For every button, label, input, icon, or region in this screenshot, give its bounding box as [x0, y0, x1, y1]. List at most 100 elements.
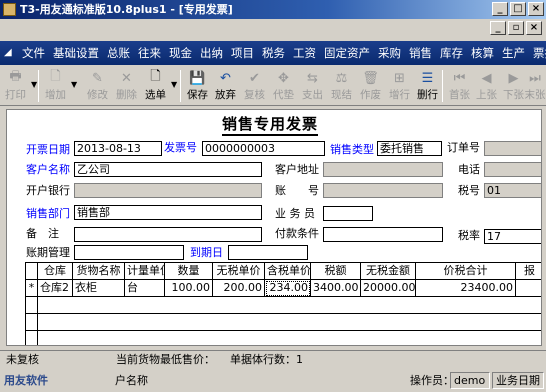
prev-button[interactable]: ◀ 上张 [473, 69, 500, 103]
payment-terms-field[interactable] [323, 227, 443, 242]
trash-icon: 🗑 [362, 70, 379, 86]
col-header-unit[interactable]: 计量单位 [125, 263, 165, 280]
new-doc-icon: 🗋 [50, 69, 61, 84]
clerk-field[interactable] [323, 206, 373, 221]
cell-price-no-tax[interactable]: 200.00 [213, 280, 265, 297]
menu-payroll[interactable]: 工资 [289, 45, 320, 61]
menu-basic-settings[interactable]: 基础设置 [49, 45, 103, 61]
cell-qty[interactable]: 100.00 [165, 280, 213, 297]
add-row-button[interactable]: ⊞ 增行 [386, 69, 413, 103]
menu-cash[interactable]: 现金 [165, 45, 196, 61]
operator-value: demo (d [450, 372, 490, 389]
menu-production[interactable]: 生产 [498, 45, 529, 61]
menu-purchase[interactable]: 采购 [374, 45, 405, 61]
col-header-report[interactable]: 报 [516, 263, 541, 280]
delete-row-button[interactable]: ☰ 删行 [414, 69, 441, 103]
customer-field[interactable]: 乙公司 [74, 162, 262, 177]
menu-cashier[interactable]: 出纳 [196, 45, 227, 61]
menu-project[interactable]: 项目 [227, 45, 258, 61]
cell-tax[interactable]: 3400.00 [311, 280, 361, 297]
customer-address-label: 客户地址 [275, 163, 319, 176]
menu-inventory[interactable]: 库存 [436, 45, 467, 61]
review-button[interactable]: ✔ 复核 [241, 69, 268, 103]
tax-rate-field[interactable]: 17 [484, 229, 541, 244]
operator-label: 操作员： [410, 374, 454, 387]
delete-button[interactable]: ✕ 删除 [113, 69, 140, 103]
advance-button[interactable]: ✥ 代垫 [270, 69, 297, 103]
minimize-button[interactable]: _ [492, 2, 508, 16]
add-button[interactable]: 🗋 增加 [42, 69, 69, 103]
menu-accounts[interactable]: 往来 [134, 45, 165, 61]
cell-amount-no-tax[interactable]: 20000.00 [361, 280, 416, 297]
print-button[interactable]: 🖶 打印 [2, 69, 29, 103]
print-dropdown-icon[interactable]: ▼ [31, 80, 37, 89]
close-button[interactable]: × [528, 2, 544, 16]
next-button[interactable]: ▶ 下张 [500, 69, 527, 103]
date-field[interactable]: 2013-08-13 [74, 141, 162, 156]
toolbar: 🖶 打印 ▼ 🗋 增加 ▼ ✎ 修改 ✕ 删除 🗋 选单 ▼ 💾 保存 ↶ 放弃… [0, 66, 546, 106]
cell-warehouse[interactable]: 仓库2 [38, 280, 73, 297]
menu-fixed-assets[interactable]: 固定资产 [320, 45, 374, 61]
cell-total[interactable]: 23400.00 [416, 280, 516, 297]
customer-address-field[interactable] [323, 162, 443, 177]
child-close-button[interactable]: × [526, 21, 542, 35]
row-marker-header [26, 263, 38, 280]
dept-field[interactable]: 销售部 [74, 205, 262, 220]
menu-bills[interactable]: 票据 [529, 45, 546, 61]
menu-file[interactable]: 文件 [18, 45, 49, 61]
bank-field[interactable] [74, 183, 262, 198]
abandon-button[interactable]: ↶ 放弃 [212, 69, 239, 103]
payment-button[interactable]: ⇆ 支出 [299, 69, 326, 103]
cell-item[interactable]: 衣柜 [73, 280, 125, 297]
col-header-item[interactable]: 货物名称 [73, 263, 125, 280]
settle-button[interactable]: ⚖ 现结 [328, 69, 355, 103]
void-button[interactable]: 🗑 作废 [357, 69, 384, 103]
col-header-qty[interactable]: 数量 [165, 263, 213, 280]
child-minimize-button[interactable]: _ [490, 21, 506, 35]
col-header-tax[interactable]: 税额 [311, 263, 361, 280]
col-header-warehouse[interactable]: 仓库 [38, 263, 73, 280]
menu-system-icon[interactable]: ◢ [4, 47, 12, 58]
save-button[interactable]: 💾 保存 [184, 69, 211, 103]
remark-field[interactable] [74, 227, 262, 242]
due-date-field[interactable] [228, 245, 308, 260]
cell-report[interactable] [516, 280, 541, 297]
review-icon: ✔ [249, 70, 260, 86]
empty-row[interactable] [38, 331, 541, 345]
order-no-field[interactable] [484, 141, 541, 156]
settle-icon: ⚖ [335, 70, 348, 86]
col-header-price-no-tax[interactable]: 无税单价 [213, 263, 265, 280]
col-header-price-tax[interactable]: 含税单价 [265, 263, 311, 280]
first-button[interactable]: ⏮ 首张 [446, 69, 473, 103]
cell-unit[interactable]: 台 [125, 280, 165, 297]
add-dropdown-icon[interactable]: ▼ [71, 80, 77, 89]
dept-label: 销售部门 [26, 207, 70, 220]
company-label: 用友软件 [4, 374, 48, 387]
select-doc-button[interactable]: 🗋 选单 [142, 69, 169, 103]
phone-field[interactable] [484, 162, 541, 177]
invoice-no-field[interactable]: 0000000003 [202, 141, 325, 156]
tree-label: 户名称 [115, 374, 148, 387]
undo-icon: ↶ [220, 70, 231, 86]
tax-no-field[interactable]: 01 [484, 183, 541, 198]
empty-row[interactable] [38, 314, 541, 331]
account-mgmt-field[interactable] [74, 245, 184, 260]
menu-ledger[interactable]: 总账 [103, 45, 134, 61]
menu-sales[interactable]: 销售 [405, 45, 436, 61]
maximize-button[interactable]: □ [510, 2, 526, 16]
sales-type-field[interactable]: 委托销售 [377, 141, 442, 156]
col-header-total[interactable]: 价税合计 [416, 263, 516, 280]
menu-costing[interactable]: 核算 [467, 45, 498, 61]
account-label: 账 号 [275, 184, 319, 197]
col-header-amount-no-tax[interactable]: 无税金额 [361, 263, 416, 280]
menu-tax[interactable]: 税务 [258, 45, 289, 61]
last-button[interactable]: ⏭ 末张 [524, 69, 546, 103]
account-field[interactable] [323, 183, 443, 198]
cell-price-tax[interactable]: 234.00 [265, 280, 311, 297]
select-doc-dropdown-icon[interactable]: ▼ [171, 80, 177, 89]
empty-row[interactable] [38, 297, 541, 314]
modify-button[interactable]: ✎ 修改 [84, 69, 111, 103]
first-icon: ⏮ [453, 70, 466, 86]
child-restore-button[interactable]: ▫ [508, 21, 524, 35]
remark-label: 备 注 [26, 227, 59, 240]
